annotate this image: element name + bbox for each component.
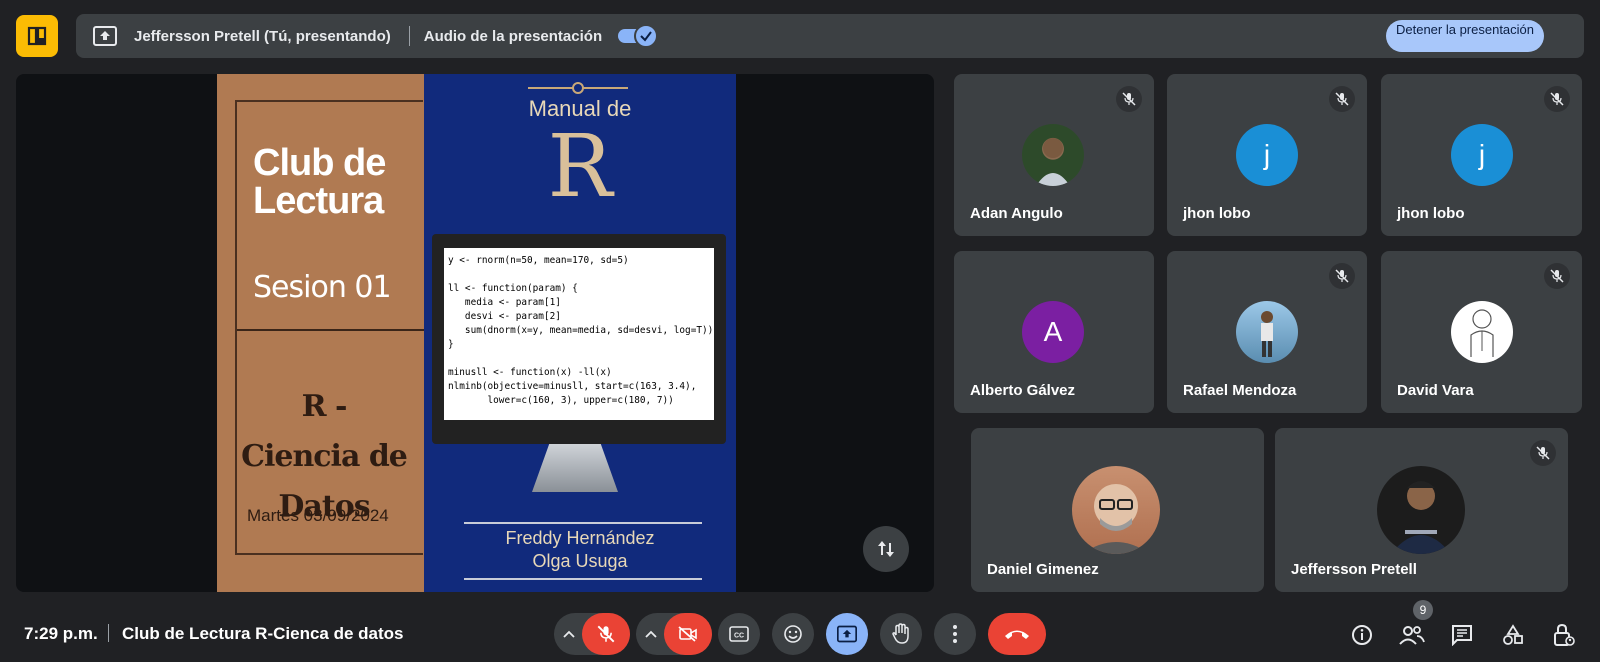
- present-screen-icon: [837, 625, 857, 643]
- author-line-bottom: [464, 578, 702, 580]
- mic-off-icon: [1329, 263, 1355, 289]
- avatar: [1377, 466, 1465, 554]
- participant-tile[interactable]: Rafael Mendoza: [1167, 251, 1367, 413]
- mic-off-icon: [1530, 440, 1556, 466]
- presenter-name: Jeffersson Pretell (Tú, presentando): [134, 27, 391, 45]
- author-1: Freddy Hernández: [505, 528, 655, 548]
- chevron-up-icon: [563, 630, 575, 638]
- participant-name: jhon lobo: [1183, 205, 1251, 222]
- book-title-big: R: [547, 117, 613, 217]
- participant-tile[interactable]: A Alberto Gálvez: [954, 251, 1154, 413]
- present-now-button[interactable]: [826, 613, 868, 655]
- avatar: [1451, 301, 1513, 363]
- camera-button[interactable]: [664, 613, 712, 655]
- participant-tile[interactable]: Daniel Gimenez: [971, 428, 1264, 592]
- monitor-stand: [532, 444, 618, 492]
- ornament-dot: [572, 82, 584, 94]
- captions-button[interactable]: CC: [718, 613, 760, 655]
- clock: 7:29 p.m.: [24, 624, 98, 643]
- swap-arrows-icon: [878, 541, 894, 557]
- raise-hand-button[interactable]: [880, 613, 922, 655]
- activities-button[interactable]: [1499, 621, 1527, 649]
- meeting-details-button[interactable]: [1348, 621, 1376, 649]
- emoji-icon: [784, 625, 802, 643]
- avatar: [1072, 466, 1160, 554]
- avatar: j: [1451, 124, 1513, 186]
- presentation-audio-toggle[interactable]: [618, 24, 659, 48]
- camera-off-icon: [678, 626, 697, 642]
- meeting-title: Club de Lectura R-Cienca de datos: [122, 624, 404, 643]
- leave-call-button[interactable]: [988, 613, 1046, 655]
- closed-captions-icon: CC: [729, 626, 749, 642]
- swap-layout-button[interactable]: [863, 526, 909, 572]
- participant-tile[interactable]: j jhon lobo: [1167, 74, 1367, 236]
- participant-name: David Vara: [1397, 382, 1474, 399]
- monitor-screen: y <- rnorm(n=50, mean=170, sd=5) ll <- f…: [444, 248, 714, 420]
- monitor-illustration: y <- rnorm(n=50, mean=170, sd=5) ll <- f…: [432, 234, 726, 444]
- divider: [108, 624, 109, 642]
- participant-name: jhon lobo: [1397, 205, 1465, 222]
- slide-divider: [237, 329, 424, 331]
- participant-name: Alberto Gálvez: [970, 382, 1076, 399]
- shapes-icon: [1503, 624, 1523, 645]
- participant-tile[interactable]: Adan Angulo: [954, 74, 1154, 236]
- avatar: [1022, 124, 1084, 186]
- avatar: [1236, 301, 1298, 363]
- avatar: j: [1236, 124, 1298, 186]
- avatar: A: [1022, 301, 1084, 363]
- svg-text:CC: CC: [734, 633, 744, 640]
- people-button[interactable]: [1398, 621, 1426, 649]
- stop-presenting-button[interactable]: Detener la presentación: [1386, 20, 1544, 52]
- author-line-top: [464, 522, 702, 524]
- slide-date: Martes 03/09/2024: [247, 506, 389, 525]
- meet-logo-icon: [16, 15, 58, 57]
- reactions-button[interactable]: [772, 613, 814, 655]
- mic-off-icon: [1329, 86, 1355, 112]
- present-screen-icon: [92, 25, 118, 47]
- microphone-button[interactable]: [582, 613, 630, 655]
- divider: [408, 26, 410, 46]
- code-snippet: y <- rnorm(n=50, mean=170, sd=5) ll <- f…: [448, 255, 714, 406]
- participant-name: Adan Angulo: [970, 205, 1063, 222]
- mic-off-icon: [1116, 86, 1142, 112]
- slide-left-panel: Club de Lectura Sesion 01 R - Ciencia de…: [217, 74, 424, 592]
- meet-window: Jeffersson Pretell (Tú, presentando) Aud…: [0, 0, 1600, 662]
- lock-person-icon: [1554, 623, 1575, 646]
- participant-tile[interactable]: David Vara: [1381, 251, 1582, 413]
- chat-button[interactable]: [1448, 621, 1476, 649]
- mic-options-button[interactable]: [554, 613, 584, 655]
- hand-icon: [892, 623, 909, 644]
- people-icon: [1399, 626, 1425, 645]
- slide-title-text: Club de Lectura: [253, 142, 386, 222]
- participants-count-badge: 9: [1413, 600, 1433, 620]
- participant-name: Rafael Mendoza: [1183, 382, 1297, 399]
- author-2: Olga Usuga: [532, 551, 628, 571]
- hang-up-icon: [1005, 630, 1029, 639]
- chevron-up-icon: [645, 630, 657, 638]
- presentation-bar: Jeffersson Pretell (Tú, presentando) Aud…: [76, 14, 1584, 58]
- camera-options-button[interactable]: [636, 613, 666, 655]
- slide-title: Club de Lectura: [253, 144, 403, 220]
- participant-tile[interactable]: j jhon lobo: [1381, 74, 1582, 236]
- chat-icon: [1452, 625, 1472, 646]
- participant-name: Daniel Gimenez: [987, 561, 1099, 578]
- presentation-stage: Club de Lectura Sesion 01 R - Ciencia de…: [16, 74, 934, 592]
- book-cover: Manual de R y <- rnorm(n=50, mean=170, s…: [424, 74, 736, 592]
- host-controls-button[interactable]: [1550, 621, 1578, 649]
- presentation-audio-label: Audio de la presentación: [423, 27, 603, 45]
- mic-off-icon: [1544, 86, 1570, 112]
- slide-session: Sesion 01: [253, 270, 392, 305]
- participant-tile[interactable]: Jeffersson Pretell: [1275, 428, 1568, 592]
- mic-off-icon: [1544, 263, 1570, 289]
- more-options-button[interactable]: [934, 613, 976, 655]
- participant-name: Jeffersson Pretell: [1291, 561, 1417, 578]
- mic-off-icon: [597, 625, 615, 643]
- info-icon: [1352, 625, 1372, 645]
- more-vert-icon: [953, 625, 957, 643]
- check-icon: [634, 24, 659, 48]
